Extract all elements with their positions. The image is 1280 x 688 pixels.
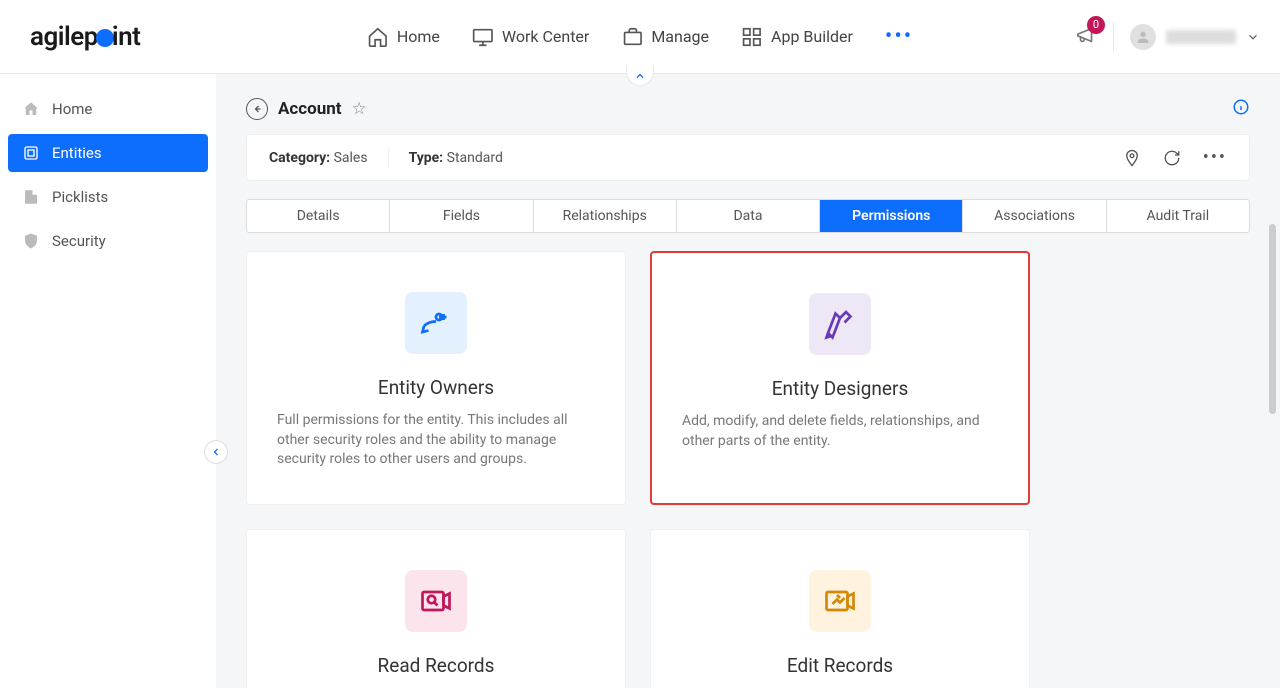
favorite-button[interactable]: ☆ (352, 99, 367, 119)
tab-associations[interactable]: Associations (963, 200, 1106, 232)
sidebar-item-picklists[interactable]: Picklists (8, 178, 208, 216)
nav-manage[interactable]: Manage (621, 26, 709, 48)
more-actions[interactable]: ••• (1203, 147, 1227, 168)
card-title: Read Records (277, 654, 595, 677)
card-desc: Add, modify, and delete fields, relation… (682, 412, 998, 451)
card-edit-records[interactable]: Edit Records Read and modify records for… (650, 529, 1030, 688)
app-logo[interactable]: agilep int (30, 22, 140, 52)
arrow-left-icon (251, 103, 263, 115)
entity-icon (22, 144, 40, 162)
grid-icon (741, 26, 763, 48)
sidebar-item-entities[interactable]: Entities (8, 134, 208, 172)
username (1166, 30, 1236, 44)
tab-data[interactable]: Data (677, 200, 820, 232)
card-desc: Full permissions for the entity. This in… (277, 411, 595, 470)
avatar (1130, 24, 1156, 50)
info-button[interactable] (1232, 98, 1250, 120)
nav-workcenter[interactable]: Work Center (472, 26, 589, 48)
divider (388, 148, 389, 168)
tab-fields[interactable]: Fields (390, 200, 533, 232)
monitor-icon (472, 26, 494, 48)
divider (1113, 23, 1114, 51)
nav-workcenter-label: Work Center (502, 27, 589, 46)
chevron-down-icon (1246, 30, 1260, 44)
tab-audit[interactable]: Audit Trail (1107, 200, 1249, 232)
edit-icon (809, 570, 871, 632)
sidebar-item-label: Home (52, 100, 92, 118)
brand-suffix: int (112, 22, 141, 52)
home-icon (22, 100, 40, 118)
person-icon (1135, 29, 1151, 45)
sidebar-item-label: Security (52, 232, 106, 250)
location-icon[interactable] (1123, 149, 1141, 167)
nav-manage-label: Manage (651, 27, 709, 46)
nav-home-label: Home (397, 27, 440, 46)
user-menu[interactable] (1130, 24, 1260, 50)
picklist-icon (22, 188, 40, 206)
card-title: Entity Designers (682, 377, 998, 400)
home-icon (367, 26, 389, 48)
sidebar-item-security[interactable]: Security (8, 222, 208, 260)
card-entity-designers[interactable]: Entity Designers Add, modify, and delete… (650, 251, 1030, 505)
sidebar-item-home[interactable]: Home (8, 90, 208, 128)
card-read-records[interactable]: Read Records Read entity records in Data… (246, 529, 626, 688)
announcements-button[interactable]: 0 (1075, 24, 1097, 50)
read-icon (405, 570, 467, 632)
brand-prefix: agilep (30, 22, 98, 52)
refresh-icon[interactable] (1163, 149, 1181, 167)
info-icon (1232, 98, 1250, 116)
scrollbar[interactable] (1269, 224, 1276, 414)
nav-more[interactable]: ••• (885, 24, 913, 49)
tab-details[interactable]: Details (247, 200, 390, 232)
meta-type: Type: Standard (409, 150, 503, 166)
sidebar-item-label: Entities (52, 144, 102, 162)
sidebar-item-label: Picklists (52, 188, 108, 206)
tab-permissions[interactable]: Permissions (820, 200, 963, 232)
sidebar: Home Entities Picklists Security (0, 74, 216, 688)
meta-category: Category: Sales (269, 150, 368, 166)
owners-icon (405, 292, 467, 354)
nav-appbuilder-label: App Builder (771, 27, 853, 46)
tab-relationships[interactable]: Relationships (534, 200, 677, 232)
nav-home[interactable]: Home (367, 26, 440, 48)
notification-badge: 0 (1087, 16, 1105, 34)
chevron-up-icon (634, 70, 646, 82)
page-title: Account (278, 99, 342, 119)
card-entity-owners[interactable]: Entity Owners Full permissions for the e… (246, 251, 626, 505)
designers-icon (809, 293, 871, 355)
nav-appbuilder[interactable]: App Builder (741, 26, 853, 48)
card-title: Edit Records (681, 654, 999, 677)
shield-icon (22, 232, 40, 250)
card-title: Entity Owners (277, 376, 595, 399)
briefcase-icon (621, 26, 643, 48)
back-button[interactable] (246, 98, 268, 120)
